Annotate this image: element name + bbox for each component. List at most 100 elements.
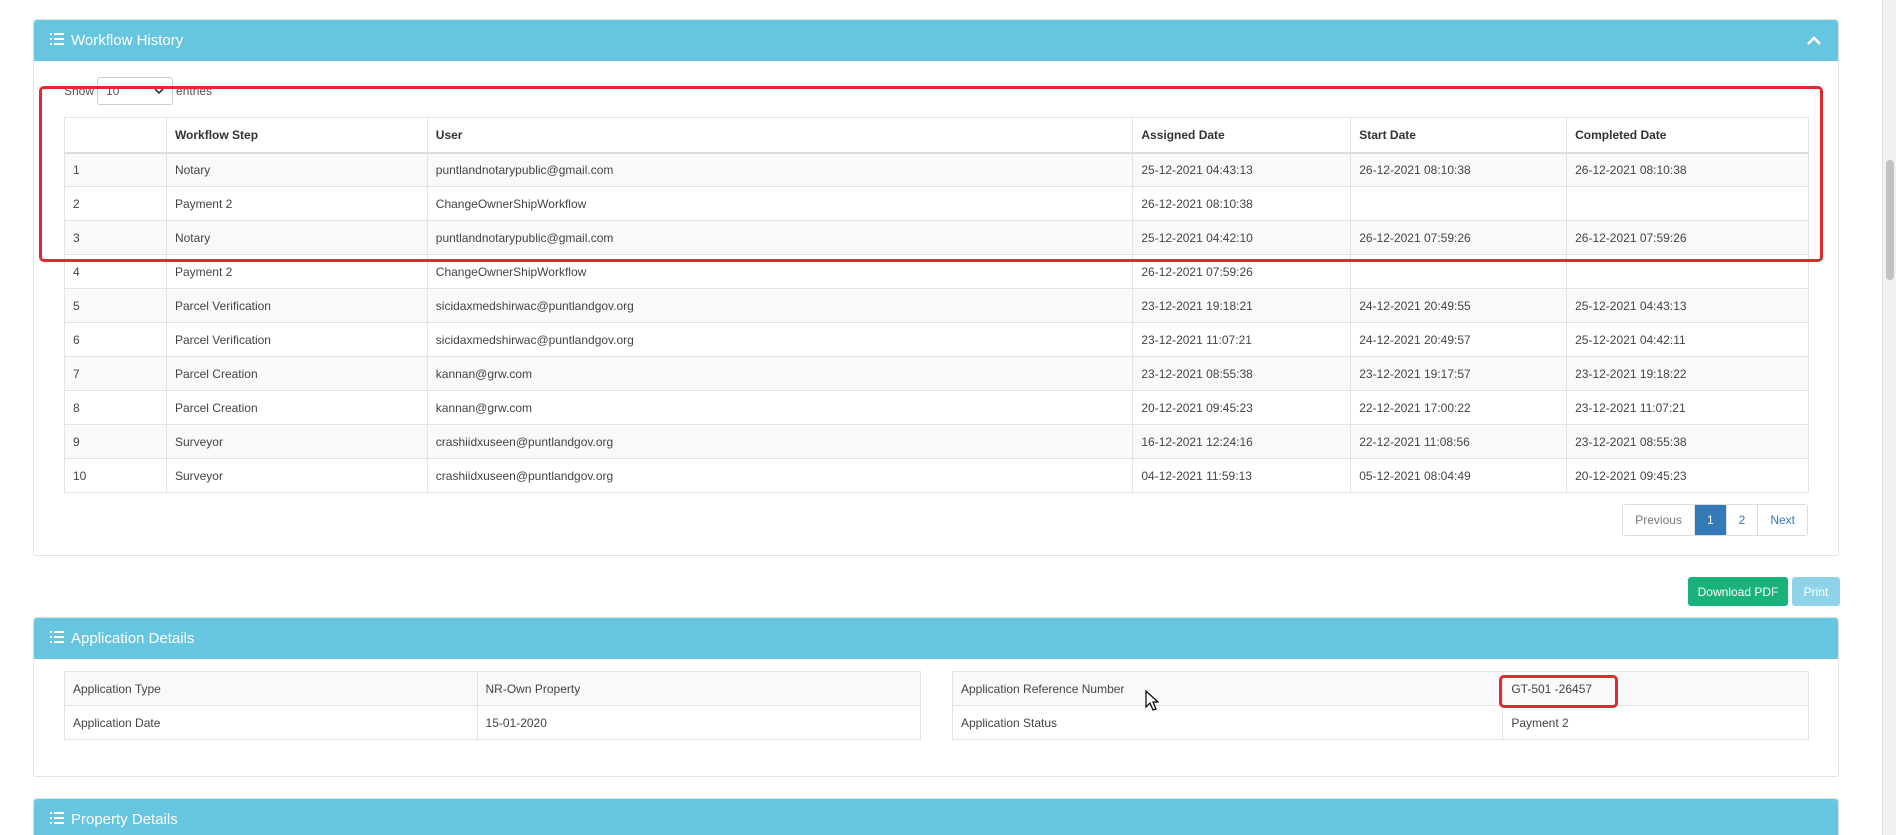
- application-details-right-table: Application Reference Number GT-501 -264…: [951, 671, 1809, 740]
- panel-title: Property Details: [71, 811, 178, 828]
- cell: 25-12-2021 04:43:13: [1132, 152, 1352, 187]
- list-icon: [50, 811, 64, 824]
- cell: Surveyor: [165, 424, 428, 459]
- cell: puntlandnotarypublic@gmail.com: [426, 152, 1134, 187]
- cell: ChangeOwnerShipWorkflow: [426, 186, 1134, 221]
- print-button[interactable]: Print: [1792, 577, 1840, 606]
- cell: 26-12-2021 08:10:38: [1350, 152, 1568, 187]
- panel-title: Workflow History: [71, 32, 184, 49]
- page-2-button[interactable]: 2: [1725, 505, 1758, 535]
- cell: 26-12-2021 07:59:26: [1132, 254, 1352, 289]
- detail-label: Application Date: [64, 705, 478, 740]
- cell: 24-12-2021 20:49:55: [1350, 288, 1568, 323]
- page-1-button[interactable]: 1: [1693, 505, 1726, 535]
- cell: 26-12-2021 07:59:26: [1566, 220, 1809, 255]
- cell: 23-12-2021 11:07:21: [1132, 322, 1352, 357]
- cell: [1350, 254, 1568, 289]
- cell: [1566, 186, 1809, 221]
- cell: [1350, 186, 1568, 221]
- cell: 26-12-2021 08:10:38: [1132, 186, 1352, 221]
- previous-button[interactable]: Previous: [1623, 505, 1694, 535]
- table-row: 1 Notary puntlandnotarypublic@gmail.com 25-…: [64, 152, 1809, 187]
- cell: 04-12-2021 11:59:13: [1132, 458, 1352, 493]
- entries-value: 10: [106, 84, 120, 98]
- column-header[interactable]: Workflow Step: [165, 117, 428, 154]
- cell: kannan@grw.com: [426, 356, 1134, 391]
- table-row: 6 Parcel Verification sicidaxmedshirwac@pu…: [64, 322, 1809, 357]
- application-details-header[interactable]: Application Details: [34, 618, 1838, 659]
- application-details-panel: Application Details Application Type NR-…: [33, 617, 1839, 777]
- workflow-history-panel: Workflow History Show 10 entries Workflo…: [33, 19, 1839, 556]
- cell: Notary: [165, 152, 428, 187]
- detail-row: Application Reference Number GT-501 -264…: [951, 671, 1809, 706]
- detail-label: Application Reference Number: [951, 671, 1504, 706]
- cell: 8: [64, 390, 167, 425]
- page-scrollbar[interactable]: [1882, 0, 1896, 835]
- cell: 23-12-2021 19:17:57: [1350, 356, 1568, 391]
- cell: 20-12-2021 09:45:23: [1132, 390, 1352, 425]
- table-header-row: Workflow Step User Assigned Date Start D…: [64, 117, 1809, 154]
- cell: 2: [64, 186, 167, 221]
- entries-label: entries: [176, 84, 213, 98]
- cell: puntlandnotarypublic@gmail.com: [426, 220, 1134, 255]
- show-entries: Show 10 entries: [64, 77, 212, 105]
- entries-select[interactable]: 10: [97, 77, 174, 105]
- cell: 4: [64, 254, 167, 289]
- cell: 9: [64, 424, 167, 459]
- cell: Surveyor: [165, 458, 428, 493]
- cell: Payment 2: [165, 186, 428, 221]
- detail-value: GT-501 -26457: [1502, 671, 1809, 706]
- table-row: 7 Parcel Creation kannan@grw.com 23-12-2021…: [64, 356, 1809, 391]
- detail-value: NR-Own Property: [476, 671, 922, 706]
- list-icon: [50, 630, 64, 643]
- detail-row: Application Date 15-01-2020: [64, 705, 922, 740]
- table-row: 4 Payment 2 ChangeOwnerShipWorkflow 26-12-2…: [64, 254, 1809, 289]
- table-row: 5 Parcel Verification sicidaxmedshirwac@pu…: [64, 288, 1809, 323]
- detail-row: Application Type NR-Own Property: [64, 671, 922, 706]
- cell: ChangeOwnerShipWorkflow: [426, 254, 1134, 289]
- column-header[interactable]: Start Date: [1350, 117, 1568, 154]
- pagination: Previous 1 2 Next: [1622, 504, 1808, 536]
- cell: 7: [64, 356, 167, 391]
- column-header[interactable]: Assigned Date: [1132, 117, 1352, 154]
- download-pdf-button[interactable]: Download PDF: [1688, 577, 1788, 606]
- column-header[interactable]: User: [426, 117, 1134, 154]
- cell: 6: [64, 322, 167, 357]
- cell: 3: [64, 220, 167, 255]
- column-header[interactable]: Completed Date: [1566, 117, 1809, 154]
- property-details-header[interactable]: Property Details: [34, 799, 1838, 835]
- cell: 26-12-2021 08:10:38: [1566, 152, 1809, 187]
- cell: Parcel Creation: [165, 390, 428, 425]
- cell: 24-12-2021 20:49:57: [1350, 322, 1568, 357]
- cell: 05-12-2021 08:04:49: [1350, 458, 1568, 493]
- column-header[interactable]: [64, 117, 167, 154]
- cell: 23-12-2021 08:55:38: [1566, 424, 1809, 459]
- cell: Parcel Creation: [165, 356, 428, 391]
- workflow-table: Workflow Step User Assigned Date Start D…: [64, 117, 1809, 493]
- cell: Payment 2: [165, 254, 428, 289]
- workflow-history-header[interactable]: Workflow History: [34, 20, 1838, 61]
- application-details-left-table: Application Type NR-Own Property Applica…: [64, 671, 922, 740]
- next-button[interactable]: Next: [1757, 505, 1807, 535]
- list-icon: [50, 32, 64, 45]
- cell: Parcel Verification: [165, 288, 428, 323]
- cell: 22-12-2021 11:08:56: [1350, 424, 1568, 459]
- table-row: 9 Surveyor crashiidxuseen@puntlandgov.org 1…: [64, 424, 1809, 459]
- detail-label: Application Type: [64, 671, 478, 706]
- cell: crashiidxuseen@puntlandgov.org: [426, 424, 1134, 459]
- cell: Parcel Verification: [165, 322, 428, 357]
- mouse-cursor-icon: [1145, 690, 1159, 711]
- scrollbar-thumb[interactable]: [1886, 160, 1894, 280]
- show-label: Show: [64, 84, 95, 98]
- cell: 22-12-2021 17:00:22: [1350, 390, 1568, 425]
- detail-label: Application Status: [951, 705, 1504, 740]
- chevron-up-icon[interactable]: [1806, 33, 1822, 49]
- cell: 16-12-2021 12:24:16: [1132, 424, 1352, 459]
- cell: 10: [64, 458, 167, 493]
- cell: 26-12-2021 07:59:26: [1350, 220, 1568, 255]
- cell: 25-12-2021 04:42:11: [1566, 322, 1809, 357]
- panel-title: Application Details: [71, 630, 195, 647]
- table-row: 3 Notary puntlandnotarypublic@gmail.com 25-…: [64, 220, 1809, 255]
- detail-row: Application Status Payment 2: [951, 705, 1809, 740]
- cell: kannan@grw.com: [426, 390, 1134, 425]
